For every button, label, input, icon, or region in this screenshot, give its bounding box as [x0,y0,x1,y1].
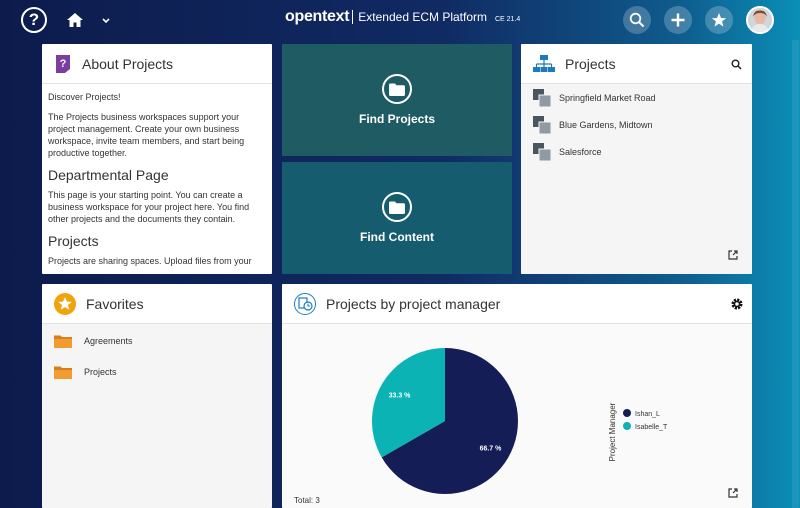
projects-list: Springfield Market Road Blue Gardens, Mi… [521,84,752,274]
about-heading: Projects [48,233,99,249]
pie-data-label: 66.7 % [480,445,503,452]
search-button[interactable] [623,6,651,34]
about-paragraph: The Projects business workspaces support… [48,112,245,158]
plus-icon [671,13,685,27]
about-projects-content: Discover Projects! The Projects business… [42,84,272,274]
brand-name: opentext [285,8,350,25]
favorites-tile: Favorites Agreements Projects [42,284,272,508]
projects-header: Projects [521,44,752,84]
create-button[interactable] [664,6,692,34]
hierarchy-icon [533,54,555,72]
folder-icon [54,366,72,379]
pie-chart: 66.7 % 33.3 % Project Manager Ishan_L Isabel… [372,348,668,494]
help-button[interactable]: ? [21,7,47,33]
about-projects-tile: ? About Projects Discover Projects! The … [42,44,272,274]
user-photo-icon [748,8,772,32]
favorite-name: Projects [84,367,117,377]
gear-icon[interactable] [730,297,744,311]
workspace-icon [533,89,551,107]
open-external-icon[interactable] [728,250,738,260]
star-icon [711,13,727,27]
folder-icon [382,192,412,222]
open-external-icon[interactable] [728,488,738,498]
chart-body: 66.7 % 33.3 % Project Manager Ishan_L Isabel… [282,324,752,508]
workspace-icon [533,116,551,134]
project-name: Springfield Market Road [559,93,656,103]
home-menu-chevron[interactable] [101,12,111,30]
home-button[interactable] [62,7,88,33]
question-icon: ? [28,10,40,29]
about-intro: Discover Projects! [48,92,121,102]
legend-title: Project Manager [608,402,617,461]
top-bar: ? opentext Extended ECM Platform CE 21.4 [0,0,800,40]
workspace-icon [533,143,551,161]
about-paragraph: This page is your starting point. You ca… [48,190,250,224]
find-projects-label: Find Projects [358,112,435,126]
favorites-list: Agreements Projects [42,324,272,508]
star-badge-icon [54,292,76,315]
about-projects-title: About Projects [82,55,174,72]
list-item[interactable]: Agreements [54,334,133,348]
product-version: CE 21.4 [495,16,521,23]
help-document-icon: ? [56,54,70,73]
search-icon[interactable] [731,59,742,70]
favorites-button[interactable] [705,6,733,34]
search-icon [629,12,645,28]
brand-divider [352,10,354,24]
user-avatar[interactable] [746,6,774,34]
legend-entry[interactable]: Isabelle_T [635,424,668,431]
product-name: Extended ECM Platform [358,10,487,24]
legend-entry[interactable]: Ishan_L [635,411,660,418]
projects-tile: Projects Springfield Market Road Blue Ga… [521,44,752,274]
svg-text:?: ? [60,58,67,70]
folder-icon [54,335,72,348]
about-paragraph: Projects are sharing spaces. Upload file… [48,256,252,266]
page-scrollbar[interactable] [792,40,799,508]
find-content-label: Find Content [360,230,434,244]
projects-by-manager-tile: Projects by project manager 66.7 % 33.3 %… [282,284,752,508]
chart-header: Projects by project manager [282,284,752,324]
home-icon [67,13,83,27]
about-projects-header: ? About Projects [42,44,272,84]
favorites-header: Favorites [42,284,272,324]
list-item[interactable]: Springfield Market Road [533,89,656,107]
pie-data-label: 33.3 % [389,393,412,400]
legend-marker [623,422,631,430]
brand-logo: opentext Extended ECM Platform CE 21.4 [285,8,520,26]
project-name: Blue Gardens, Midtown [559,120,653,130]
chart-title: Projects by project manager [326,295,501,312]
favorite-name: Agreements [84,336,133,346]
find-projects-tile[interactable]: Find Projects [282,44,512,156]
chevron-down-icon [102,18,110,24]
favorites-title: Favorites [86,295,144,312]
legend-marker [623,409,631,417]
find-content-tile[interactable]: Find Content [282,162,512,274]
list-item[interactable]: Salesforce [533,143,602,161]
folder-icon [382,74,412,104]
list-item[interactable]: Projects [54,365,117,379]
project-name: Salesforce [559,147,602,157]
list-item[interactable]: Blue Gardens, Midtown [533,116,653,134]
chart-total: Total: 3 [294,496,320,505]
projects-title: Projects [565,55,616,72]
chart-widget-icon [294,292,316,315]
about-heading: Departmental Page [48,167,169,183]
